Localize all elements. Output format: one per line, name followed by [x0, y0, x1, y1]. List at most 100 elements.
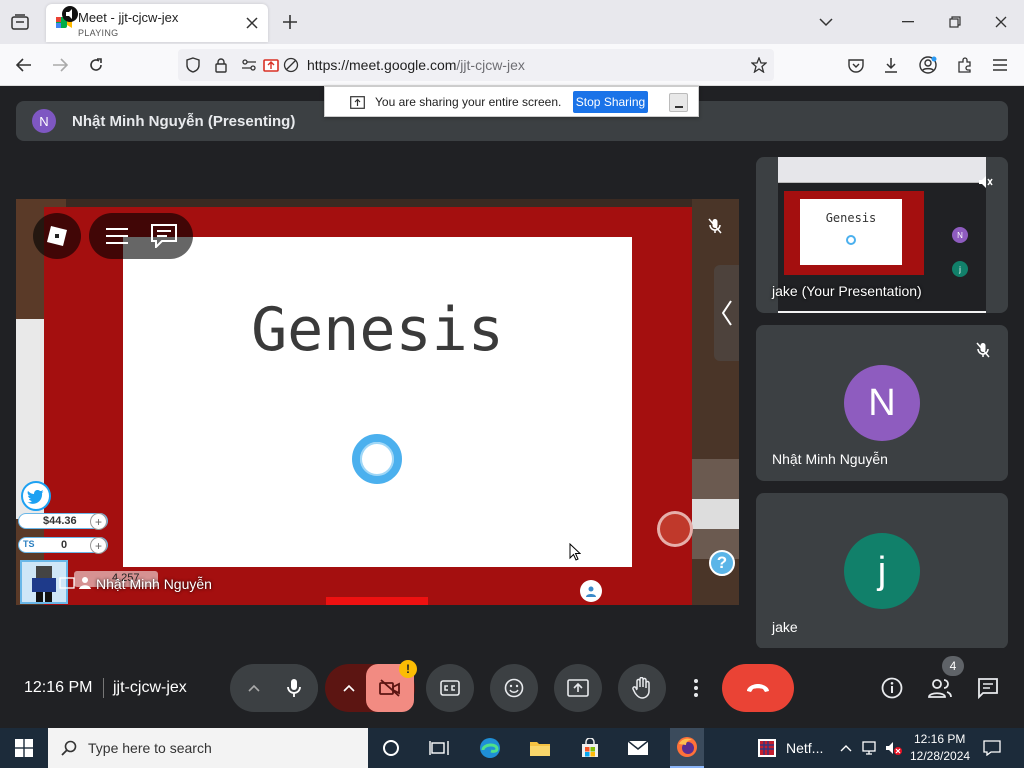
minimize-banner-icon — [675, 106, 683, 108]
url-text[interactable]: https://meet.google.com/jjt-cjcw-jex — [307, 57, 525, 73]
taskbar-search-box[interactable]: Type here to search — [48, 728, 368, 768]
end-call-icon — [747, 684, 769, 692]
tile-mic-off-icon — [974, 341, 992, 359]
back-icon[interactable] — [14, 55, 34, 75]
playing-audio-icon[interactable] — [62, 6, 78, 22]
present-screen-icon — [567, 679, 589, 697]
roblox-toolbar — [89, 213, 193, 259]
tab-list-chevron-icon[interactable] — [816, 12, 836, 32]
reload-icon[interactable] — [86, 55, 106, 75]
clock-time[interactable]: 12:16 PM — [914, 732, 965, 746]
roblox-menu-button[interactable] — [33, 213, 81, 259]
downloads-icon[interactable] — [881, 55, 901, 75]
hamburger-menu-icon[interactable] — [103, 225, 131, 247]
audio-options-chevron-icon[interactable] — [244, 678, 264, 698]
network-icon[interactable] — [860, 740, 880, 756]
show-hidden-icons-chevron-icon[interactable] — [838, 740, 854, 756]
add-ts-icon[interactable]: + — [90, 537, 107, 554]
emoji-icon — [504, 678, 524, 698]
record-button[interactable] — [657, 511, 693, 547]
autoplay-blocked-icon[interactable] — [282, 56, 300, 74]
microphone-button[interactable] — [270, 664, 318, 712]
search-icon — [60, 739, 78, 757]
address-bar[interactable]: https://meet.google.com/jjt-cjcw-jex — [178, 49, 774, 81]
netflix-app-label[interactable]: Netf... — [786, 740, 823, 756]
person-icon — [78, 575, 92, 589]
notifications-icon[interactable] — [980, 736, 1004, 760]
loading-spinner-icon — [352, 434, 402, 484]
forward-icon[interactable] — [50, 55, 70, 75]
screen-share-indicator-icon[interactable] — [262, 56, 280, 74]
camera-warning-badge: ! — [399, 660, 417, 678]
tile-your-presentation[interactable]: Genesis N j jake (Your Presentation) — [756, 157, 1008, 313]
people-icon[interactable] — [924, 673, 956, 703]
add-balance-icon[interactable]: + — [90, 513, 107, 530]
microsoft-store-icon[interactable] — [574, 734, 606, 762]
slide-board: Genesis — [123, 237, 632, 567]
clock-date[interactable]: 12/28/2024 — [910, 749, 970, 763]
twitter-icon[interactable] — [21, 481, 51, 511]
meeting-info-icon[interactable] — [877, 673, 907, 703]
people-count-badge: 4 — [942, 656, 964, 676]
file-explorer-icon[interactable] — [524, 734, 556, 762]
close-tab-icon[interactable] — [244, 15, 260, 31]
cortana-icon[interactable] — [376, 736, 406, 760]
mail-icon[interactable] — [622, 734, 654, 762]
mouse-cursor-icon — [568, 542, 582, 562]
tile-name: Nhật Minh Nguyễn — [772, 451, 888, 467]
netflix-app-icon[interactable] — [756, 736, 778, 760]
participant-avatar: N — [844, 365, 920, 441]
raise-hand-icon — [632, 677, 650, 699]
captions-button[interactable] — [426, 664, 474, 712]
task-view-icon[interactable] — [424, 736, 454, 760]
video-options-chevron-icon[interactable] — [339, 678, 359, 698]
permissions-icon[interactable] — [240, 56, 258, 74]
lock-icon[interactable] — [212, 56, 230, 74]
help-button[interactable]: ? — [709, 550, 735, 576]
tab-overview-icon[interactable] — [10, 13, 30, 31]
meeting-time: 12:16 PM — [24, 679, 93, 696]
new-tab-icon[interactable] — [280, 12, 300, 32]
more-options-icon[interactable] — [684, 674, 708, 702]
browser-tab-active[interactable]: Meet - jjt-cjcw-jex PLAYING — [46, 4, 268, 42]
microphone-icon — [287, 679, 301, 697]
minimize-window-icon[interactable] — [898, 12, 918, 32]
thumbnail-spinner-icon — [846, 235, 856, 245]
tile-participant-n[interactable]: N Nhật Minh Nguyễn — [756, 325, 1008, 481]
side-panel-chevron-icon[interactable] — [714, 265, 739, 361]
ts-value: 0 — [61, 539, 68, 551]
tracking-shield-icon[interactable] — [184, 56, 202, 74]
chat-panel-icon[interactable] — [973, 673, 1003, 703]
tile-participant-jake[interactable]: j jake — [756, 493, 1008, 649]
edge-browser-icon[interactable] — [474, 734, 506, 762]
participant-name-text: Nhật Minh Nguyễn — [96, 576, 212, 592]
hide-banner-button[interactable] — [669, 93, 688, 112]
player-list-icon[interactable] — [580, 580, 602, 602]
ts-label: TS — [23, 539, 35, 549]
tile-name: jake (Your Presentation) — [772, 283, 922, 299]
raise-hand-button[interactable] — [618, 664, 666, 712]
firefox-icon[interactable] — [670, 728, 704, 768]
stop-sharing-button[interactable]: Stop Sharing — [573, 91, 648, 113]
browser-tab-bar: Meet - jjt-cjcw-jex PLAYING — [0, 0, 1024, 44]
screen-icon — [58, 576, 76, 590]
present-screen-button[interactable] — [554, 664, 602, 712]
chat-icon[interactable] — [149, 223, 179, 249]
pocket-icon[interactable] — [846, 55, 866, 75]
windows-start-icon[interactable] — [0, 728, 48, 768]
tile-muted-icon — [976, 173, 994, 191]
account-icon[interactable] — [918, 55, 938, 75]
reactions-button[interactable] — [490, 664, 538, 712]
share-screen-icon — [349, 94, 365, 110]
leave-call-button[interactable] — [722, 664, 794, 712]
menu-hamburger-icon[interactable] — [990, 55, 1010, 75]
extensions-icon[interactable] — [955, 55, 975, 75]
close-window-icon[interactable] — [991, 12, 1011, 32]
roblox-logo-icon — [47, 226, 67, 246]
restore-window-icon[interactable] — [945, 12, 965, 32]
browser-nav-bar: https://meet.google.com/jjt-cjcw-jex — [0, 44, 1024, 86]
closed-captions-icon — [440, 680, 460, 696]
bookmark-star-icon[interactable] — [750, 56, 768, 74]
volume-muted-icon[interactable] — [884, 740, 904, 756]
muted-mic-icon — [704, 215, 726, 237]
